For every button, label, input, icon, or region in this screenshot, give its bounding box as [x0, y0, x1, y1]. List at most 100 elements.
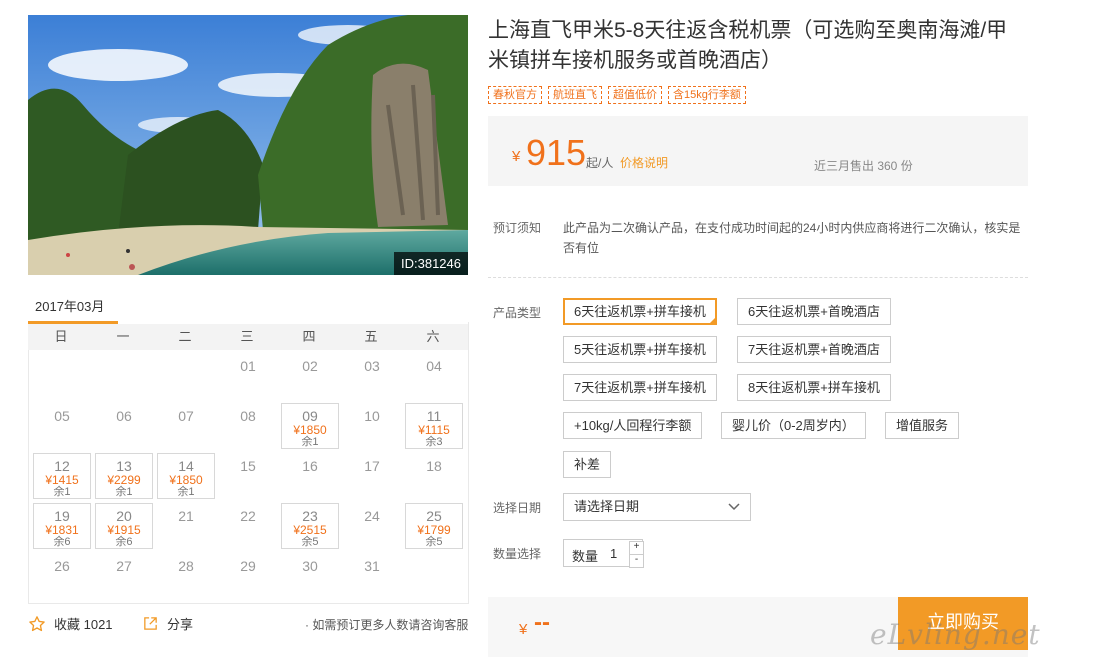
day-number: 17 — [364, 458, 380, 474]
day-remaining: 余5 — [425, 536, 443, 548]
calendar-day-available[interactable]: 11 ¥1115 余3 — [405, 403, 463, 449]
day-number: 12 — [54, 458, 70, 474]
day-number: 14 — [178, 458, 194, 474]
day-number: 19 — [54, 508, 70, 524]
calendar-day-available[interactable]: 13 ¥2299 余1 — [95, 453, 153, 499]
calendar-day: 28 — [157, 553, 215, 599]
product-type-option[interactable]: +10kg/人回程行李额 — [563, 412, 703, 439]
calendar-month-indicator — [28, 321, 118, 324]
product-type-option[interactable]: 增值服务 — [885, 412, 960, 439]
day-price: ¥1115 — [418, 423, 450, 437]
day-number: 08 — [240, 408, 256, 424]
product-type-option[interactable]: 婴儿价（0-2周岁内） — [721, 412, 866, 439]
product-type-option[interactable]: 7天往返机票+首晚酒店 — [737, 336, 891, 363]
calendar-day: 29 — [219, 553, 277, 599]
share-label: 分享 — [167, 617, 194, 632]
star-icon — [29, 615, 45, 631]
calendar-day: 27 — [95, 553, 153, 599]
calendar-day-available[interactable]: 20 ¥1915 余6 — [95, 503, 153, 549]
day-remaining: 余1 — [177, 486, 195, 498]
price-unit: 起/人 — [586, 156, 614, 170]
day-number: 30 — [302, 558, 318, 574]
consult-service-note: · 如需预订更多人数请咨询客服 — [305, 618, 469, 632]
weekday-label: 四 — [302, 329, 316, 344]
calendar-day: 22 — [219, 503, 277, 549]
price-box: ¥ 915 起/人 价格说明 近三月售出 360 份 — [488, 116, 1028, 186]
weekday-label: 日 — [54, 329, 68, 344]
day-remaining: 余5 — [301, 536, 319, 548]
calendar-day-available[interactable]: 19 ¥1831 余6 — [33, 503, 91, 549]
day-number: 23 — [302, 508, 318, 524]
day-number: 15 — [240, 458, 256, 474]
watermark: eLvling.net — [870, 618, 1041, 651]
calendar-day: 03 — [343, 353, 401, 399]
day-remaining: 余6 — [53, 536, 71, 548]
calendar-month-label[interactable]: 2017年03月 — [35, 296, 104, 315]
calendar-day: 15 — [219, 453, 277, 499]
calendar-day-available[interactable]: 09 ¥1850 余1 — [281, 403, 339, 449]
favorite-button[interactable]: 收藏 1021 — [28, 614, 113, 633]
product-type-option[interactable]: 补差 — [563, 451, 612, 478]
calendar-day: 24 — [343, 503, 401, 549]
calendar-day: 05 — [33, 403, 91, 449]
day-number: 28 — [178, 558, 194, 574]
day-number: 11 — [426, 408, 442, 424]
day-number: 10 — [364, 408, 380, 424]
calendar-day-available[interactable]: 12 ¥1415 余1 — [33, 453, 91, 499]
day-number: 01 — [240, 358, 256, 374]
day-remaining: 余1 — [301, 436, 319, 448]
calendar-day: 26 — [33, 553, 91, 599]
calendar-weekday-header: 日一二三四五六 — [28, 324, 468, 350]
date-select-value: 请选择日期 — [574, 499, 640, 514]
weekday-label: 三 — [240, 329, 254, 344]
calendar-day: 04 — [405, 353, 463, 399]
day-price: ¥1850 — [169, 473, 203, 487]
calendar-day-available[interactable]: 23 ¥2515 余5 — [281, 503, 339, 549]
sold-count: 近三月售出 360 份 — [814, 159, 913, 173]
day-number: 21 — [178, 508, 194, 524]
product-type-option[interactable]: 6天往返机票+拼车接机 — [563, 298, 717, 325]
day-number: 04 — [426, 358, 442, 374]
product-type-option[interactable]: 7天往返机票+拼车接机 — [563, 374, 717, 401]
quantity-value[interactable]: 1 — [610, 546, 617, 561]
day-remaining: 余6 — [115, 536, 133, 548]
day-price: ¥1415 — [45, 473, 79, 487]
share-button[interactable]: 分享 — [142, 614, 193, 633]
day-number: 25 — [426, 508, 442, 524]
product-tags: 春秋官方 航班直飞 超值低价 含15kg行李额 — [488, 86, 746, 104]
notice-label: 预订须知 — [493, 221, 542, 235]
day-price: ¥2515 — [293, 523, 327, 537]
product-tag: 含15kg行李额 — [668, 86, 746, 104]
quantity-decrease-button[interactable]: - — [629, 554, 644, 568]
day-number: 06 — [116, 408, 132, 424]
product-type-option[interactable]: 5天往返机票+拼车接机 — [563, 336, 717, 363]
product-tag: 春秋官方 — [488, 86, 542, 104]
notice-text: 此产品为二次确认产品，在支付成功时间起的24小时内供应商将进行二次确认，核实是否… — [563, 221, 1021, 255]
day-remaining: 余3 — [425, 436, 443, 448]
day-number: 05 — [54, 408, 70, 424]
quantity-increase-button[interactable]: + — [629, 541, 644, 555]
quantity-label: 数量选择 — [493, 547, 542, 561]
calendar-day: 02 — [281, 353, 339, 399]
product-type-option[interactable]: 8天往返机票+拼车接机 — [737, 374, 891, 401]
quantity-stepper: 数量 1 + - — [563, 539, 644, 568]
calendar-day: 31 — [343, 553, 401, 599]
day-number: 09 — [302, 408, 318, 424]
day-number: 31 — [364, 558, 380, 574]
day-price: ¥2299 — [107, 473, 141, 487]
calendar-day: 06 — [95, 403, 153, 449]
calendar-day-available[interactable]: 25 ¥1799 余5 — [405, 503, 463, 549]
calendar-day: 01 — [219, 353, 277, 399]
weekday-label: 六 — [426, 329, 440, 344]
product-photo: ID:381246 — [28, 15, 468, 275]
day-number: 02 — [302, 358, 318, 374]
total-currency: ¥ — [519, 621, 528, 638]
favorite-label: 收藏 1021 — [54, 617, 113, 632]
product-tag: 航班直飞 — [548, 86, 602, 104]
price-explain-link[interactable]: 价格说明 — [620, 154, 668, 171]
day-price: ¥1799 — [417, 523, 451, 537]
calendar-day-available[interactable]: 14 ¥1850 余1 — [157, 453, 215, 499]
product-type-option[interactable]: 6天往返机票+首晚酒店 — [737, 298, 891, 325]
product-type-label: 产品类型 — [493, 306, 542, 320]
date-select[interactable]: 请选择日期 — [563, 493, 751, 521]
